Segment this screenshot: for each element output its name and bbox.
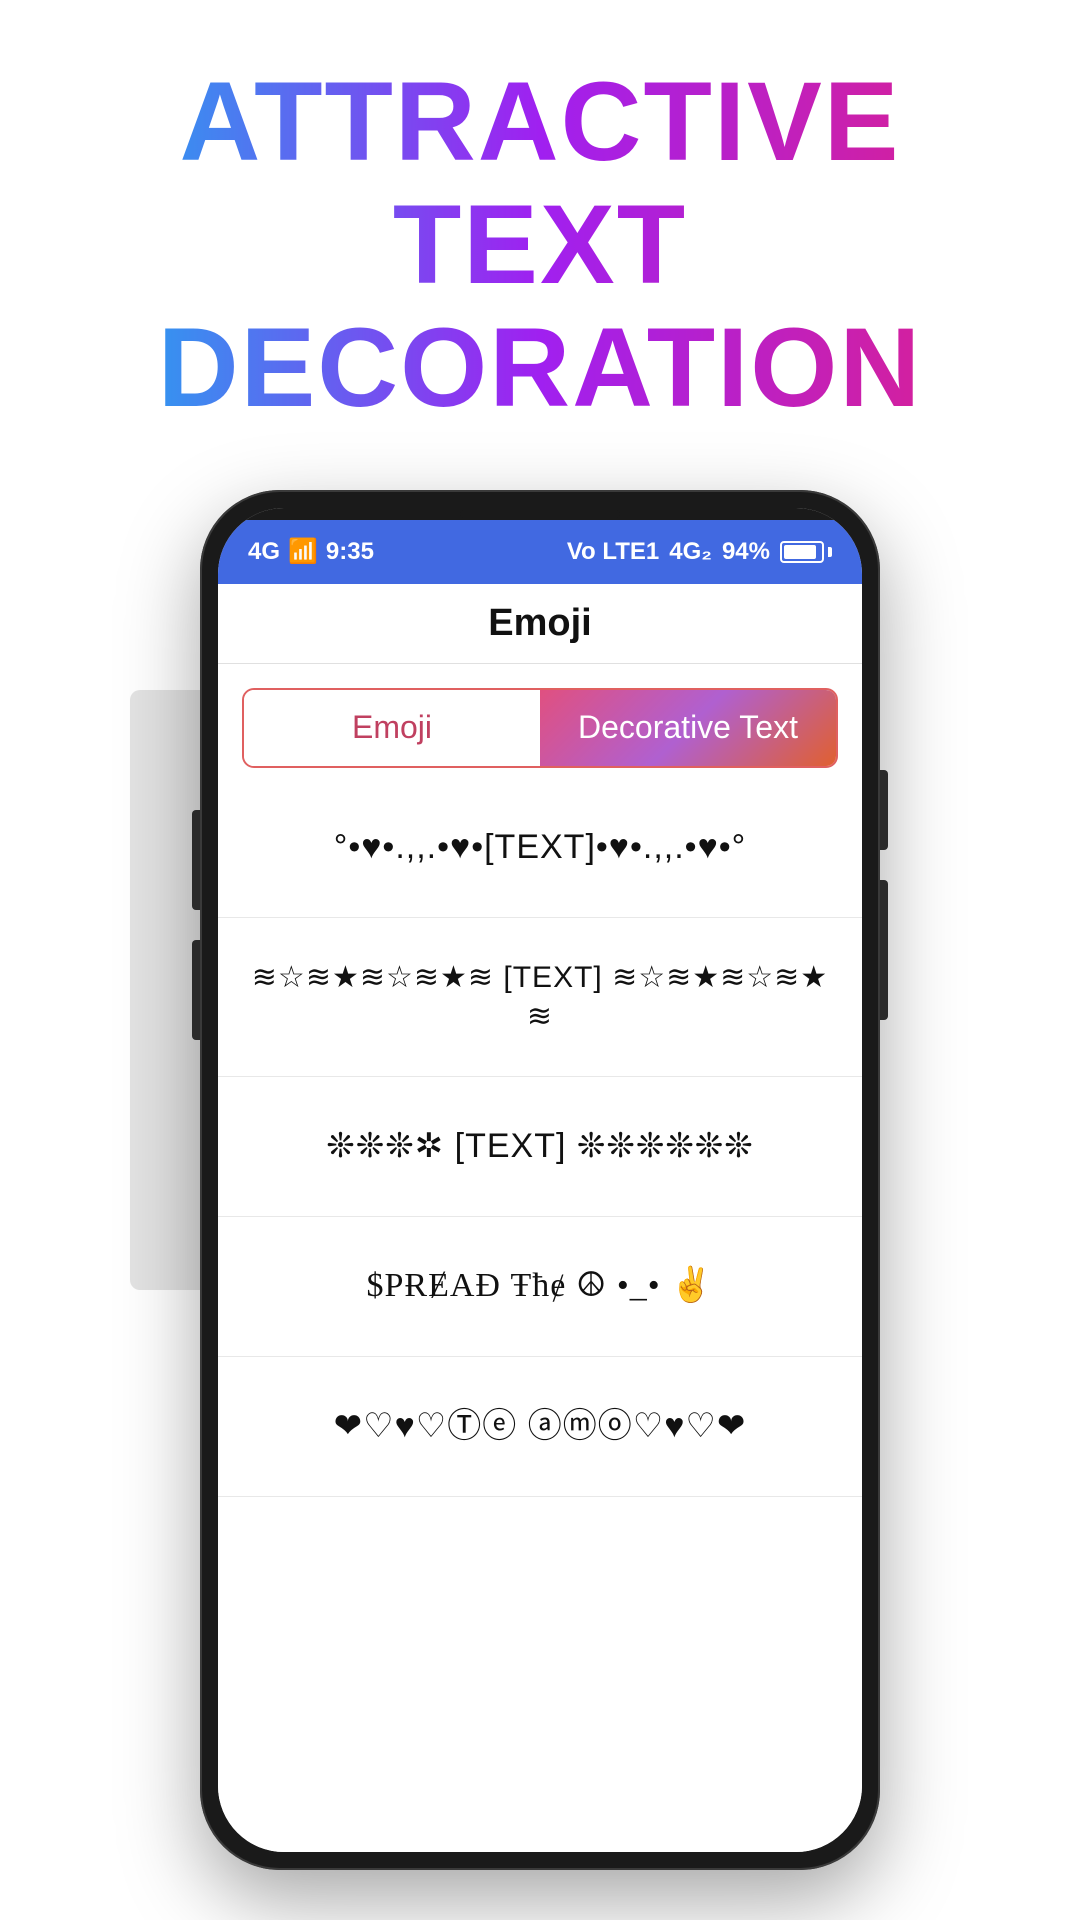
tab-switcher: Emoji Decorative Text	[242, 688, 838, 768]
battery-fill	[784, 545, 816, 559]
battery-body	[780, 541, 824, 563]
phone-outer: 4G 📶 9:35 Vo LTE1 4G₂ 94%	[200, 490, 880, 1870]
app-header: Emoji	[218, 584, 862, 664]
status-left: 4G 📶 9:35	[248, 537, 374, 566]
battery-icon	[780, 541, 832, 563]
power-button[interactable]	[880, 770, 888, 850]
title-line2: DECORATION	[158, 305, 923, 430]
signal-4g-1: 4G	[248, 538, 280, 566]
status-right: Vo LTE1 4G₂ 94%	[567, 538, 832, 566]
signal-4g-2: 4G₂	[669, 538, 712, 566]
phone-notch	[218, 508, 862, 520]
main-title: ATTRACTIVE TEXT DECORATION	[60, 60, 1020, 430]
battery-tip	[828, 547, 832, 557]
volume-up-button[interactable]	[192, 810, 200, 910]
decorative-text-list: °•♥•.,,.•♥•[TEXT]•♥•.,,.•♥•° ≋☆≋★≋☆≋★≋ […	[218, 778, 862, 1852]
list-item[interactable]: ❤♡♥♡Ⓣⓔ ⓐⓜⓞ♡♥♡❤	[218, 1357, 862, 1497]
power-button2[interactable]	[880, 880, 888, 1020]
list-item[interactable]: ≋☆≋★≋☆≋★≋ [TEXT] ≋☆≋★≋☆≋★≋	[218, 918, 862, 1077]
battery-percentage: 94%	[722, 538, 770, 566]
title-area: ATTRACTIVE TEXT DECORATION	[0, 60, 1080, 430]
app-content: Emoji Emoji Decorative Text °•♥•.,,.•♥	[218, 584, 862, 1852]
tab-decorative-text[interactable]: Decorative Text	[540, 690, 836, 766]
phone-screen: 4G 📶 9:35 Vo LTE1 4G₂ 94%	[218, 508, 862, 1852]
decorative-text-4: $PɌɆAƉ Ŧħɇ ☮ •_• ✌	[367, 1264, 714, 1308]
title-line1: ATTRACTIVE TEXT	[180, 59, 901, 307]
decorative-text-1: °•♥•.,,.•♥•[TEXT]•♥•.,,.•♥•°	[334, 825, 747, 869]
time-display: 9:35	[326, 538, 374, 566]
tab-decorative-label: Decorative Text	[578, 709, 798, 746]
list-item[interactable]: $PɌɆAƉ Ŧħɇ ☮ •_• ✌	[218, 1217, 862, 1357]
list-item[interactable]: ❊❊❊✲ [TEXT] ❊❊❊❊❊❊	[218, 1077, 862, 1217]
decorative-text-2: ≋☆≋★≋☆≋★≋ [TEXT] ≋☆≋★≋☆≋★≋	[242, 958, 838, 1036]
network-indicator: Vo LTE1	[567, 538, 659, 566]
list-item[interactable]: °•♥•.,,.•♥•[TEXT]•♥•.,,.•♥•°	[218, 778, 862, 918]
decorative-text-5: ❤♡♥♡Ⓣⓔ ⓐⓜⓞ♡♥♡❤	[334, 1404, 747, 1448]
phone-mockup: 4G 📶 9:35 Vo LTE1 4G₂ 94%	[200, 490, 880, 1870]
tab-emoji[interactable]: Emoji	[244, 690, 540, 766]
volume-down-button[interactable]	[192, 940, 200, 1040]
status-bar: 4G 📶 9:35 Vo LTE1 4G₂ 94%	[218, 520, 862, 584]
notch-bar	[460, 510, 620, 518]
signal-bars-1: 📶	[288, 537, 318, 566]
decorative-text-3: ❊❊❊✲ [TEXT] ❊❊❊❊❊❊	[326, 1124, 754, 1168]
app-title: Emoji	[488, 602, 591, 645]
tab-emoji-label: Emoji	[352, 709, 432, 746]
